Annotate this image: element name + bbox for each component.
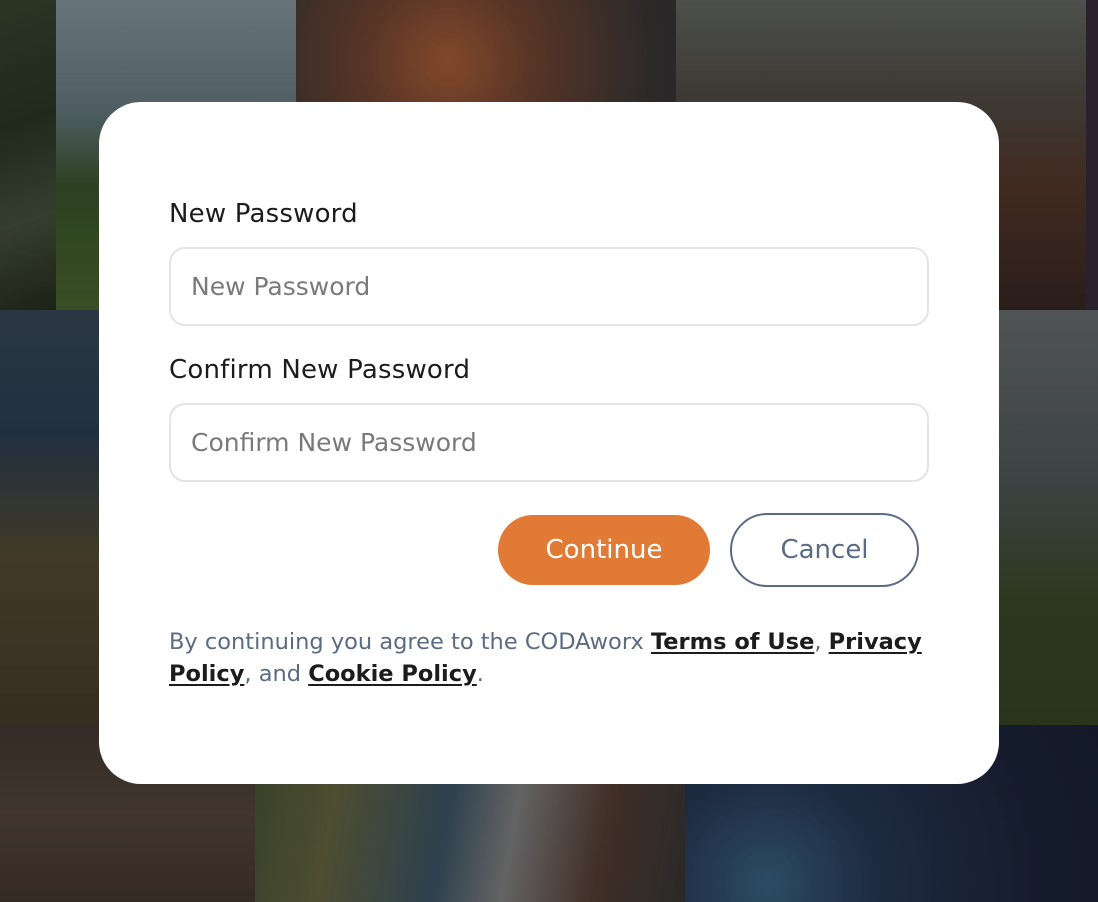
reset-password-modal: New Password Confirm New Password Contin… — [99, 102, 999, 784]
cookie-policy-link[interactable]: Cookie Policy — [308, 661, 477, 687]
legal-suffix: . — [476, 661, 484, 687]
terms-of-use-link[interactable]: Terms of Use — [651, 629, 814, 655]
confirm-password-label: Confirm New Password — [169, 355, 471, 385]
legal-notice: By continuing you agree to the CODAworx … — [169, 626, 929, 690]
new-password-input[interactable] — [169, 247, 929, 326]
confirm-password-input[interactable] — [169, 403, 929, 482]
cancel-button[interactable]: Cancel — [730, 513, 919, 587]
new-password-label: New Password — [169, 199, 358, 229]
legal-prefix: By continuing you agree to the CODAworx — [169, 629, 651, 655]
legal-separator: , — [814, 629, 829, 655]
continue-button[interactable]: Continue — [498, 515, 710, 585]
legal-separator: , and — [244, 661, 309, 687]
